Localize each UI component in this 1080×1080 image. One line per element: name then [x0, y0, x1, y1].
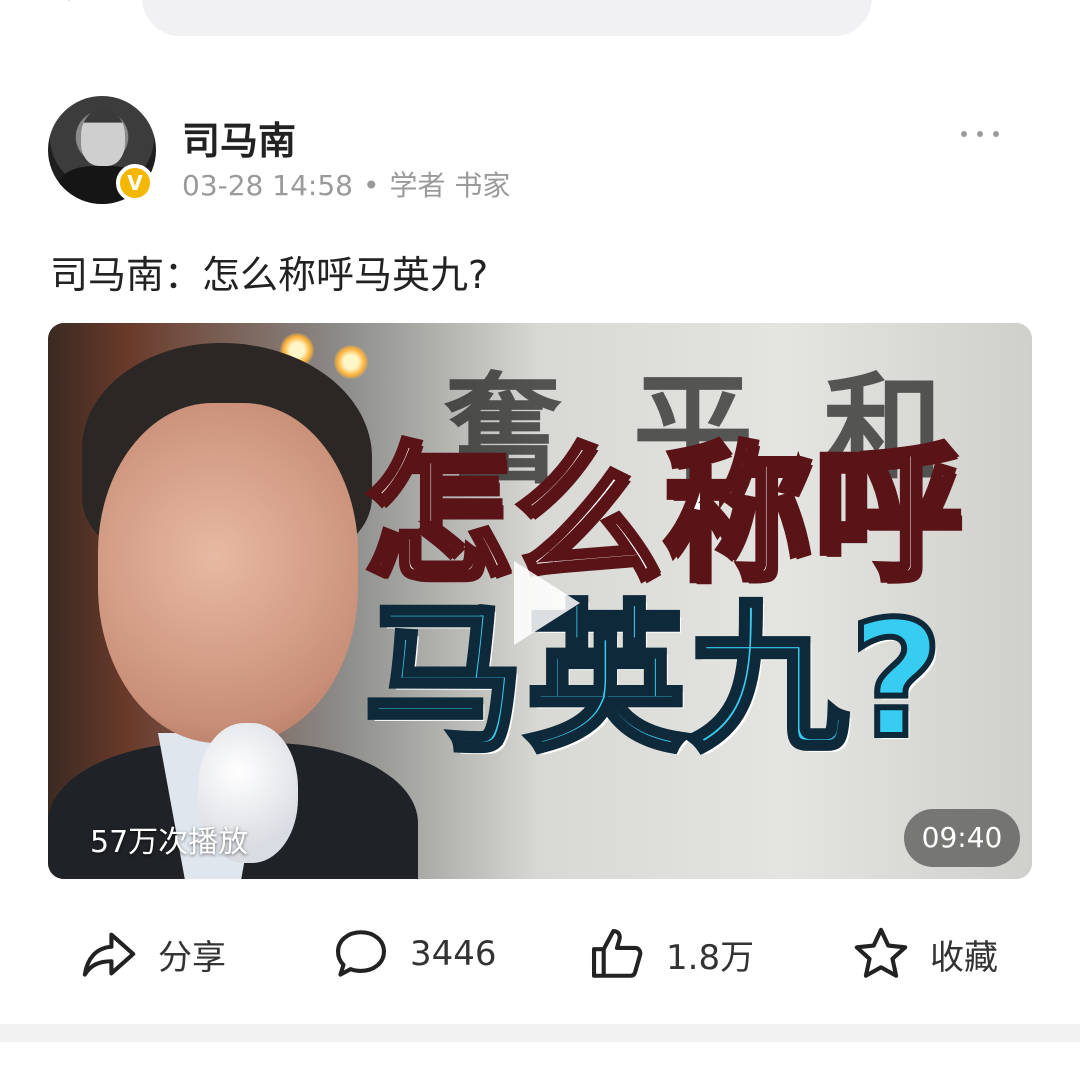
post-title[interactable]: 司马南：怎么称呼马英九?	[50, 244, 488, 299]
comment-count: 3446	[410, 934, 497, 974]
overlay-line-1: 怎么称呼	[361, 429, 965, 601]
top-bar	[0, 0, 1080, 52]
search-bar[interactable]	[142, 0, 872, 36]
play-icon[interactable]	[514, 561, 580, 645]
like-button[interactable]: 1.8万	[588, 920, 754, 988]
section-divider	[0, 1024, 1080, 1042]
person-face	[98, 403, 358, 743]
back-arrow-icon[interactable]	[53, 0, 85, 1]
post-meta: 03-28 14:58 • 学者 书家	[182, 164, 510, 204]
comment-button[interactable]: 3446	[332, 920, 497, 988]
comment-icon	[335, 930, 387, 977]
overlay-line-2: 马英九?	[361, 586, 946, 773]
favorite-label: 收藏	[930, 937, 998, 978]
action-bar: 分享 3446 1.8万 收藏	[48, 920, 1032, 988]
video-duration: 09:40	[904, 809, 1020, 867]
video-thumbnail[interactable]: 奮平和 怎么称呼 马英九? 57万次播放 09:40	[48, 323, 1032, 879]
author-tags: 学者 书家	[389, 169, 511, 202]
more-options-button[interactable]	[940, 114, 1020, 154]
more-dot-icon	[961, 131, 967, 137]
more-dot-icon	[993, 131, 999, 137]
author-name[interactable]: 司马南	[182, 110, 296, 165]
favorite-button[interactable]: 收藏	[852, 920, 998, 988]
star-icon	[854, 927, 908, 978]
share-icon	[82, 932, 136, 977]
share-button[interactable]: 分享	[80, 920, 226, 988]
video-person	[48, 343, 418, 879]
play-count: 57万次播放	[90, 825, 249, 860]
meta-separator: •	[362, 169, 380, 202]
avatar-face	[81, 110, 125, 166]
video-overlay-text: 怎么称呼 马英九?	[361, 429, 1028, 773]
like-count: 1.8万	[666, 937, 755, 978]
share-label: 分享	[158, 937, 226, 978]
verified-badge-icon: V	[116, 164, 154, 202]
thumbs-up-icon	[591, 928, 643, 978]
post-header: V 司马南 03-28 14:58 • 学者 书家	[48, 96, 1038, 208]
more-dot-icon	[977, 131, 983, 137]
post-timestamp: 03-28 14:58	[182, 169, 353, 202]
